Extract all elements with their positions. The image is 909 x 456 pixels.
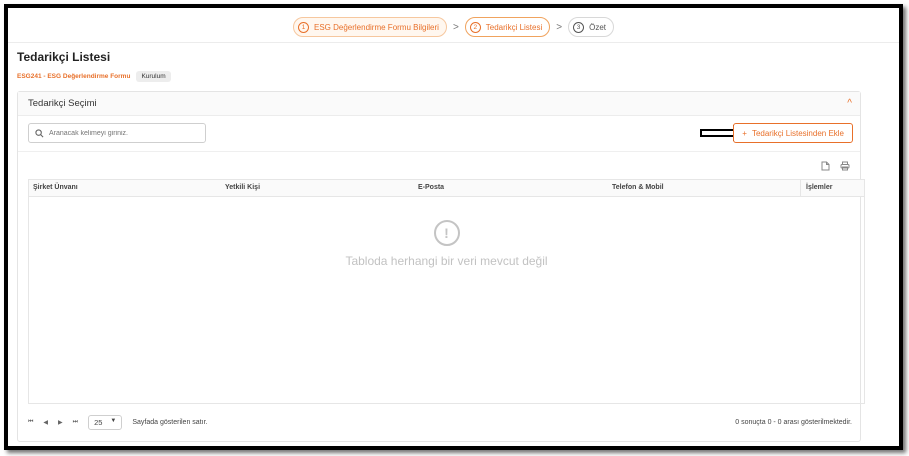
table-actions <box>821 161 850 171</box>
divider <box>8 42 899 43</box>
chevron-right-icon: > <box>452 21 459 33</box>
page-title: Tedarikçi Listesi <box>17 50 111 64</box>
page-size-value: 25 <box>94 417 103 427</box>
step-label: Özet <box>589 22 606 32</box>
search-icon <box>35 128 44 137</box>
results-summary: 0 sonuçta 0 - 0 arası gösterilmektedir. <box>735 418 852 426</box>
card-toolbar: + Tedarikçi Listesinden Ekle <box>18 116 860 152</box>
column-header-contact[interactable]: Yetkili Kişi <box>225 184 260 191</box>
column-header-phone[interactable]: Telefon & Mobil <box>612 184 664 191</box>
chevron-down-icon: ▼ <box>110 417 117 424</box>
column-header-operations: İşlemler <box>800 180 864 196</box>
supplier-table: Şirket Ünvanı Yetkili Kişi E-Posta Telef… <box>28 179 865 404</box>
form-code-link[interactable]: ESG241 - ESG Değerlendirme Formu <box>17 73 130 80</box>
step-number: 1 <box>298 21 309 33</box>
chevron-right-icon: > <box>556 21 563 33</box>
table-footer: ⏮ ◀ ▶ ⏭ 25 ▼ Sayfada gösterilen satır. 0… <box>28 411 852 433</box>
step-form-info[interactable]: 1 ESG Değerlendirme Formu Bilgileri <box>293 17 447 37</box>
file-export-icon[interactable] <box>821 161 830 171</box>
status-badge: Kurulum <box>136 71 171 82</box>
empty-message: Tabloda herhangi bir veri mevcut değil <box>345 254 548 268</box>
column-header-company[interactable]: Şirket Ünvanı <box>33 184 78 191</box>
last-page-icon[interactable]: ⏭ <box>73 419 78 426</box>
breadcrumb: ESG241 - ESG Değerlendirme Formu Kurulum <box>17 71 171 82</box>
app-frame: 1 ESG Değerlendirme Formu Bilgileri > 2 … <box>4 4 903 450</box>
card-title: Tedarikçi Seçimi <box>28 98 97 109</box>
step-summary[interactable]: 3 Özet <box>568 17 614 37</box>
column-header-email[interactable]: E-Posta <box>418 184 444 191</box>
table-header: Şirket Ünvanı Yetkili Kişi E-Posta Telef… <box>29 180 864 197</box>
print-icon[interactable] <box>840 161 850 171</box>
prev-page-icon[interactable]: ◀ <box>43 419 48 426</box>
card-header[interactable]: Tedarikçi Seçimi ^ <box>18 92 860 116</box>
wizard-stepper: 1 ESG Değerlendirme Formu Bilgileri > 2 … <box>8 14 899 40</box>
first-page-icon[interactable]: ⏮ <box>28 419 33 426</box>
next-page-icon[interactable]: ▶ <box>58 419 63 426</box>
step-number: 3 <box>573 21 585 33</box>
pagination: ⏮ ◀ ▶ ⏭ 25 ▼ Sayfada gösterilen satır. <box>28 414 208 430</box>
supplier-selection-card: Tedarikçi Seçimi ^ + Tedarikçi Listesind… <box>17 91 865 442</box>
step-supplier-list[interactable]: 2 Tedarikçi Listesi <box>464 17 551 37</box>
search-box[interactable] <box>28 123 206 143</box>
add-from-supplier-list-button[interactable]: + Tedarikçi Listesinden Ekle <box>733 123 853 143</box>
step-label: Tedarikçi Listesi <box>485 22 543 32</box>
step-number: 2 <box>469 21 481 33</box>
search-input[interactable] <box>49 129 199 137</box>
empty-state: ! Tabloda herhangi bir veri mevcut değil <box>29 220 864 268</box>
page-size-select[interactable]: 25 ▼ <box>88 414 123 430</box>
add-button-label: Tedarikçi Listesinden Ekle <box>751 128 844 138</box>
step-label: ESG Değerlendirme Formu Bilgileri <box>314 22 439 32</box>
chevron-up-icon[interactable]: ^ <box>847 98 852 109</box>
exclamation-icon: ! <box>433 220 460 246</box>
page-size-label: Sayfada gösterilen satır. <box>132 418 208 426</box>
plus-icon: + <box>742 128 747 138</box>
